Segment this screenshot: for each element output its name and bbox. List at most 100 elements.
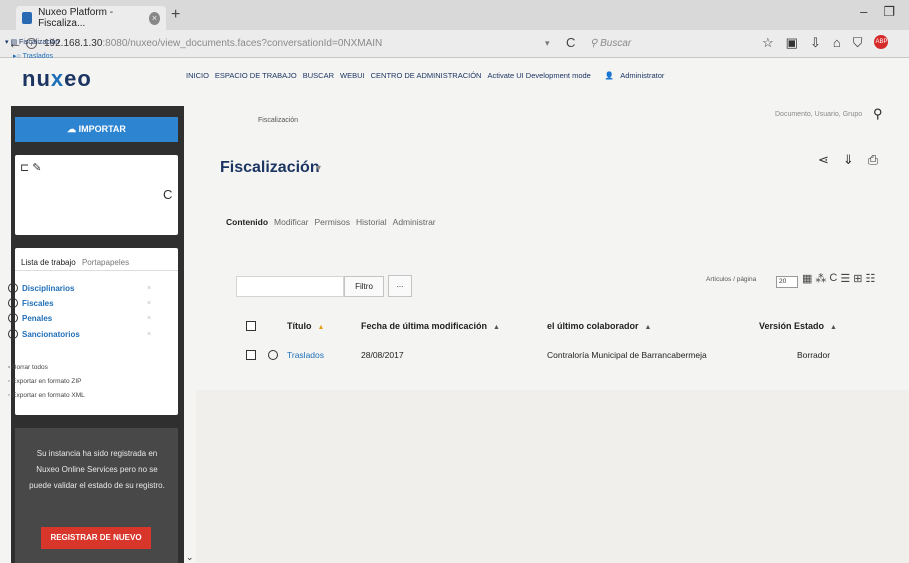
document-tabs: Contenido Modificar Permisos Historial A… [226,217,436,227]
column-header-modified[interactable]: Fecha de última modificación ▲ [361,321,500,331]
filter-input[interactable] [236,276,344,297]
share-icon[interactable]: ⋖ [818,152,829,168]
tab-portapapeles[interactable]: Portapapeles [82,258,129,267]
nav-espacio-de-trabajo[interactable]: ESPACIO DE TRABAJO [215,71,297,80]
column-header-version[interactable]: Versión Estado ▲ [759,321,837,331]
window-controls: – ❐ [860,4,895,20]
pocket-icon[interactable]: ⛉ [853,35,863,51]
import-button[interactable]: ☁ IMPORTAR [15,117,178,142]
tab-modificar[interactable]: Modificar [274,217,308,227]
navigation-tree-panel: ⊏ ✎ C [15,155,178,235]
bookmark-star-icon[interactable]: ☆ [762,35,774,51]
nav-dev-mode[interactable]: Activate UI Development mode [487,71,590,80]
column-settings-icon[interactable]: ⊞ [853,272,862,285]
header-search-input[interactable]: Documento, Usuario, Grupo [775,111,862,118]
close-tab-icon[interactable]: × [149,11,160,25]
reload-icon[interactable]: C [566,35,575,50]
nav-inicio[interactable]: INICIO [186,71,209,80]
nav-user-menu[interactable]: Administrator [620,71,664,80]
register-again-button[interactable]: REGISTRAR DE NUEVO [41,527,151,549]
column-header-title[interactable]: Título ▲ [287,321,324,331]
remove-item-icon[interactable]: × [147,315,151,322]
url-path: :8080/nuxeo/view_documents.faces?convers… [102,38,383,49]
items-per-page-label: Artículos / página [706,276,757,283]
edit-columns-icon[interactable]: ☷ [865,272,875,285]
worklist-item[interactable]: Sancionatorios [8,329,80,339]
new-tab-icon[interactable]: + [171,6,180,24]
tab-lista-de-trabajo[interactable]: Lista de trabajo [21,258,76,267]
home-icon[interactable]: ⌂ [833,35,841,51]
content-background [196,390,909,563]
worklist-tabs: Lista de trabajo Portapapeles [21,258,129,267]
download-icon[interactable]: ⇩ [810,35,821,51]
select-all-checkbox[interactable] [246,321,256,331]
print-icon[interactable]: ⎙ [868,152,878,168]
page-title: Fiscalización [220,159,320,176]
maximize-icon[interactable]: ❐ [883,4,895,20]
folder-circle-icon [8,298,18,308]
breadcrumb[interactable]: Fiscalización [258,117,298,124]
worklist-action-xml[interactable]: ◦ Exportar en formato XML [8,392,85,399]
nuxeo-logo[interactable]: nuxeo [22,66,92,92]
sort-icon[interactable]: ▲ [645,324,652,331]
url-field[interactable]: 192.168.1.30:8080/nuxeo/view_documents.f… [44,38,382,49]
worklist-item[interactable]: Penales [8,313,52,323]
collapse-tree-icon[interactable]: ⊏ [20,162,29,174]
items-per-page-select[interactable]: 20 [776,276,798,288]
tab-permisos[interactable]: Permisos [315,217,350,227]
folder-circle-icon: ○ [16,53,21,60]
worklist-item-label: Disciplinarios [22,283,75,293]
worklist-item[interactable]: Disciplinarios [8,283,74,293]
search-icon[interactable]: ⚲ [873,106,883,122]
logo-part-2: x [50,66,65,91]
row-title-link[interactable]: Traslados [287,350,324,360]
refresh-list-icon[interactable]: C [829,272,837,285]
tab-historial[interactable]: Historial [356,217,387,227]
worklist-tab-divider [15,270,178,271]
minimize-icon[interactable]: – [860,4,867,20]
edit-pencil-icon[interactable]: ✎ [32,162,41,174]
worklist-action-zip[interactable]: ◦ Exportar en formato ZIP [8,378,82,385]
row-checkbox[interactable] [246,350,256,360]
remove-item-icon[interactable]: × [147,285,151,292]
remove-item-icon[interactable]: × [147,300,151,307]
tree-refresh-icon[interactable]: C [163,187,172,202]
tree-node-label: Traslados [22,53,54,60]
list-view-icon[interactable]: ☰ [840,272,850,285]
registration-notice-text: Su instancia ha sido registrada en Nuxeo… [29,449,165,490]
nav-buscar[interactable]: BUSCAR [303,71,334,80]
export-download-icon[interactable]: ⇓ [843,152,854,168]
tab-contenido[interactable]: Contenido [226,217,268,227]
tree-node-label: Fiscalización [19,39,60,46]
worklist-item-label: Penales [22,313,53,323]
column-header-contributor[interactable]: el último colaborador ▲ [547,321,651,331]
grid-view-icon[interactable]: ▦ [802,272,812,285]
browser-search-input[interactable]: ⚲ Buscar [586,35,746,53]
worklist-action-clear[interactable]: ▫ Borrar todos [8,364,48,371]
thumbnail-view-icon[interactable]: ⁂ [815,272,826,285]
filter-button[interactable]: Filtro [344,276,384,297]
sort-icon[interactable]: ▲ [830,324,837,331]
reading-list-icon[interactable]: ▣ [786,35,798,51]
tree-node-fiscalizacion[interactable]: ▾ ▤ Fiscalización [5,38,59,46]
url-dropdown-icon[interactable]: ▾ [545,38,550,49]
tab-administrar[interactable]: Administrar [393,217,436,227]
nav-webui[interactable]: WEBUI [340,71,365,80]
view-options: ▦ ⁂ C ☰ ⊞ ☷ [802,272,875,285]
document-actions: ⋖ ⇓ ⎙ [818,152,878,168]
sort-icon[interactable]: ▲ [493,324,500,331]
upload-cloud-icon: ☁ [67,124,79,134]
more-actions-button[interactable]: ... [388,275,412,297]
worklist-item[interactable]: Fiscales [8,298,54,308]
tree-expand-icon[interactable]: ▾ [5,39,9,46]
browser-tab[interactable]: Nuxeo Platform - Fiscaliza... × [16,6,166,30]
remove-item-icon[interactable]: × [147,331,151,338]
logo-part-3: eo [64,66,92,91]
tree-node-traslados[interactable]: ▸○ Traslados [13,52,53,60]
folder-circle-icon [8,313,18,323]
sidebar-scroll-down-icon[interactable]: ⌄ [186,552,194,563]
sort-ascending-icon[interactable]: ▲ [318,324,325,331]
title-dropdown-icon[interactable]: ▾ [316,163,321,174]
nav-centro-administracion[interactable]: CENTRO DE ADMINISTRACIÓN [371,71,482,80]
adblock-icon[interactable]: ABP [874,35,889,49]
